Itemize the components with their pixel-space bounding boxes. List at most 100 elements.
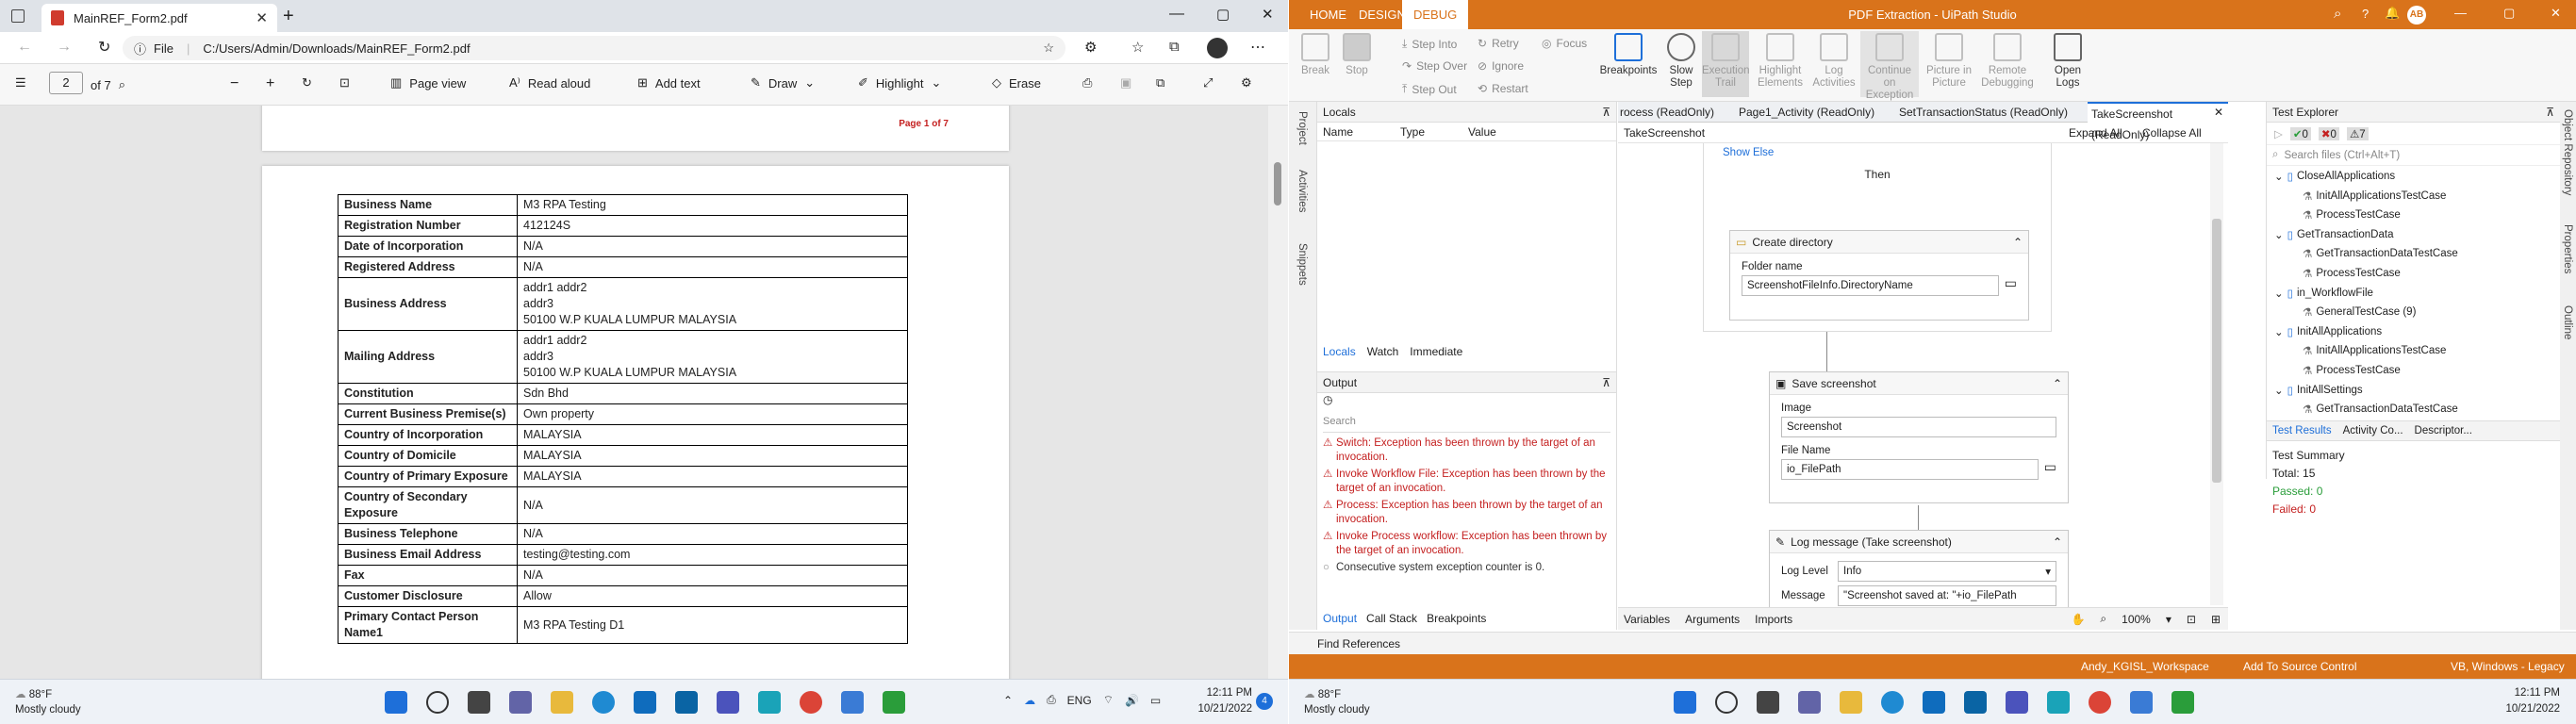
tab-watch[interactable]: Watch bbox=[1367, 345, 1399, 358]
chrome-icon[interactable] bbox=[2089, 691, 2111, 714]
profile-avatar[interactable] bbox=[1207, 38, 1228, 58]
weather-widget[interactable]: ☁ 88°F Mostly cloudy bbox=[1304, 687, 1370, 717]
continue-on-exception-button[interactable]: Continue on Exception bbox=[1860, 31, 1919, 101]
zoom-level[interactable]: 100% bbox=[2122, 613, 2151, 626]
tab-debug[interactable]: DEBUG bbox=[1402, 0, 1469, 29]
browse-folder-icon[interactable]: ▭ bbox=[2044, 459, 2056, 480]
file-explorer-icon[interactable] bbox=[551, 691, 573, 714]
outlook-icon[interactable] bbox=[1964, 691, 1987, 714]
workspace-selector[interactable]: Andy_KGISL_Workspace bbox=[2081, 660, 2209, 673]
teams-icon[interactable] bbox=[2006, 691, 2028, 714]
test-case-item[interactable]: ⚗ InitAllApplicationsTestCase bbox=[2299, 344, 2446, 357]
overview-icon[interactable]: ⊞ bbox=[2211, 613, 2221, 626]
test-case-item[interactable]: ⚗ InitAllApplicationsTestCase bbox=[2299, 189, 2446, 203]
favorite-icon[interactable]: ☆ bbox=[1043, 41, 1054, 56]
tab-variables[interactable]: Variables bbox=[1624, 613, 1670, 626]
search-icon[interactable] bbox=[1715, 691, 1738, 714]
save-screenshot-activity[interactable]: ▣ Save screenshot ⌃ Image Screenshot File … bbox=[1769, 371, 2069, 503]
refresh-icon[interactable]: ↻ bbox=[98, 38, 110, 57]
test-search[interactable]: ⌕ Search files (Ctrl+Alt+T) bbox=[2267, 145, 2560, 166]
pin-icon[interactable]: ⊼ bbox=[1602, 106, 1610, 119]
tab-arguments[interactable]: Arguments bbox=[1685, 613, 1740, 626]
scrollbar-thumb[interactable] bbox=[1274, 162, 1281, 206]
chevron-up-icon[interactable]: ⌃ bbox=[1003, 694, 1013, 707]
designer-scrollbar[interactable] bbox=[2210, 143, 2223, 605]
clock[interactable]: 12:11 PM 10/21/2022 bbox=[1197, 685, 1252, 717]
scrollbar-thumb[interactable] bbox=[2212, 219, 2221, 483]
chevron-down-icon[interactable]: ⌄ bbox=[804, 75, 815, 90]
add-to-source-control[interactable]: Add To Source Control bbox=[2243, 660, 2357, 673]
log-message-activity[interactable]: ✎ Log message (Take screenshot) ⌃ Log Leve… bbox=[1769, 530, 2069, 611]
task-view-icon[interactable] bbox=[1757, 691, 1779, 714]
tab-imports[interactable]: Imports bbox=[1755, 613, 1792, 626]
save-as-icon[interactable]: ⧉ bbox=[1156, 75, 1164, 90]
tab-call-stack[interactable]: Call Stack bbox=[1366, 612, 1417, 625]
erase-button[interactable]: ◇ Erase bbox=[992, 75, 1041, 90]
folder-name-input[interactable]: ScreenshotFileInfo.DirectoryName bbox=[1742, 275, 1999, 296]
step-over-button[interactable]: ↷ Step Over bbox=[1402, 59, 1467, 73]
tab-set-transaction-status[interactable]: SetTransactionStatus (ReadOnly) bbox=[1899, 102, 2068, 123]
ignore-button[interactable]: ⊘ Ignore bbox=[1478, 59, 1524, 73]
tab-activity-coverage[interactable]: Activity Co... bbox=[2343, 425, 2403, 436]
zoom-in-icon[interactable]: + bbox=[266, 75, 274, 92]
tab-output[interactable]: Output bbox=[1323, 612, 1357, 625]
forward-icon[interactable]: → bbox=[57, 39, 72, 56]
add-text-button[interactable]: ⊞ Add text bbox=[637, 75, 701, 90]
contents-icon[interactable]: ☰ bbox=[15, 75, 26, 90]
close-tab-icon[interactable]: ✕ bbox=[2214, 102, 2223, 123]
chrome-icon[interactable] bbox=[800, 691, 822, 714]
language-indicator[interactable]: ENG bbox=[1067, 694, 1092, 707]
execution-trail-button[interactable]: Execution Trail bbox=[1702, 31, 1750, 97]
clock-icon[interactable]: ◷ bbox=[1317, 393, 1616, 412]
edge-icon[interactable] bbox=[1881, 691, 1904, 714]
side-tab-snippets[interactable]: Snippets bbox=[1296, 243, 1308, 286]
test-case-item[interactable]: ⚗ ProcessTestCase bbox=[2299, 364, 2401, 377]
start-icon[interactable] bbox=[1674, 691, 1696, 714]
notification-bell-icon[interactable]: 🔔 bbox=[2385, 6, 2400, 21]
extensions-icon[interactable]: ⚙ bbox=[1084, 39, 1097, 56]
start-icon[interactable] bbox=[385, 691, 407, 714]
tab-test-results[interactable]: Test Results bbox=[2272, 425, 2332, 436]
rotate-icon[interactable]: ↻ bbox=[302, 75, 312, 90]
uipath-assistant-icon[interactable] bbox=[2171, 691, 2194, 714]
test-case-item[interactable]: ⚗ GetTransactionDataTestCase bbox=[2299, 247, 2458, 260]
close-icon[interactable]: ✕ bbox=[1262, 6, 1274, 23]
breakpoints-button[interactable]: Breakpoints bbox=[1596, 33, 1660, 77]
page-number-input[interactable]: 2 bbox=[49, 72, 83, 94]
chevron-down-icon[interactable]: ⌄ bbox=[932, 75, 942, 90]
outlook-icon[interactable] bbox=[675, 691, 698, 714]
output-error-line[interactable]: ⚠ Invoke Workflow File: Exception has bee… bbox=[1317, 468, 1616, 496]
pin-icon[interactable]: ⊼ bbox=[1602, 376, 1610, 389]
edge-icon[interactable] bbox=[592, 691, 615, 714]
file-name-input[interactable]: io_FilePath bbox=[1781, 459, 2039, 480]
collapse-all-link[interactable]: Collapse All bbox=[2142, 126, 2202, 140]
picture-in-picture-button[interactable]: Picture in Picture bbox=[1923, 33, 1975, 90]
settings-icon[interactable]: ⚙ bbox=[1241, 75, 1252, 90]
chevron-down-icon[interactable]: ▾ bbox=[2166, 613, 2171, 626]
teams-icon[interactable] bbox=[717, 691, 739, 714]
tab-process[interactable]: rocess (ReadOnly) bbox=[1620, 102, 1714, 123]
message-input[interactable]: "Screenshot saved at: "+io_FilePath bbox=[1838, 585, 2056, 606]
test-case-item[interactable]: ⚗ GeneralTestCase (9) bbox=[2299, 305, 2416, 319]
close-tab-icon[interactable]: ✕ bbox=[256, 9, 268, 26]
failed-count[interactable]: ✖0 bbox=[2318, 126, 2339, 140]
maximize-icon[interactable]: ▢ bbox=[1216, 6, 1230, 23]
mail-icon[interactable] bbox=[1923, 691, 1945, 714]
task-view-icon[interactable] bbox=[468, 691, 490, 714]
fullscreen-icon[interactable]: ⤢ bbox=[1203, 75, 1213, 90]
maximize-icon[interactable]: ▢ bbox=[2503, 6, 2515, 21]
chevron-down-icon[interactable]: ⌄ bbox=[2274, 325, 2284, 338]
help-icon[interactable]: ? bbox=[2362, 7, 2369, 21]
collapse-icon[interactable]: ⌃ bbox=[2053, 377, 2062, 390]
test-case-item[interactable]: ⚗ GetTransactionDataTestCase bbox=[2299, 403, 2458, 416]
highlight-button[interactable]: ✐ Highlight ⌄ bbox=[858, 75, 941, 90]
back-icon[interactable]: ← bbox=[17, 39, 32, 56]
tab-immediate[interactable]: Immediate bbox=[1410, 345, 1462, 358]
test-group-item[interactable]: ⌄ ▯ InitAllApplications bbox=[2274, 325, 2382, 338]
highlight-elements-button[interactable]: Highlight Elements bbox=[1753, 33, 1808, 90]
test-group-item[interactable]: ⌄ ▯ InitAllSettings bbox=[2274, 384, 2363, 397]
page-view-button[interactable]: ▥ Page view bbox=[390, 75, 466, 90]
zoom-out-icon[interactable]: − bbox=[230, 75, 239, 92]
step-into-button[interactable]: ⤓ Step Into bbox=[1402, 37, 1457, 51]
breadcrumb[interactable]: TakeScreenshot bbox=[1624, 126, 1705, 140]
